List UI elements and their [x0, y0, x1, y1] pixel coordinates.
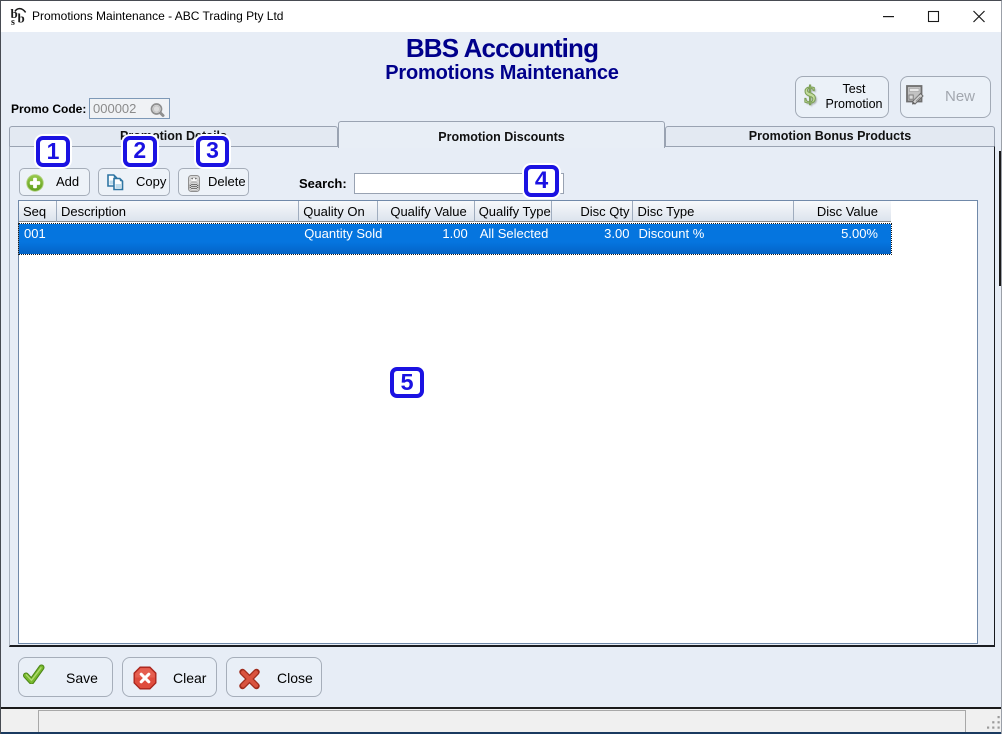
svg-text:b: b: [18, 11, 25, 26]
svg-text:s: s: [11, 17, 15, 28]
